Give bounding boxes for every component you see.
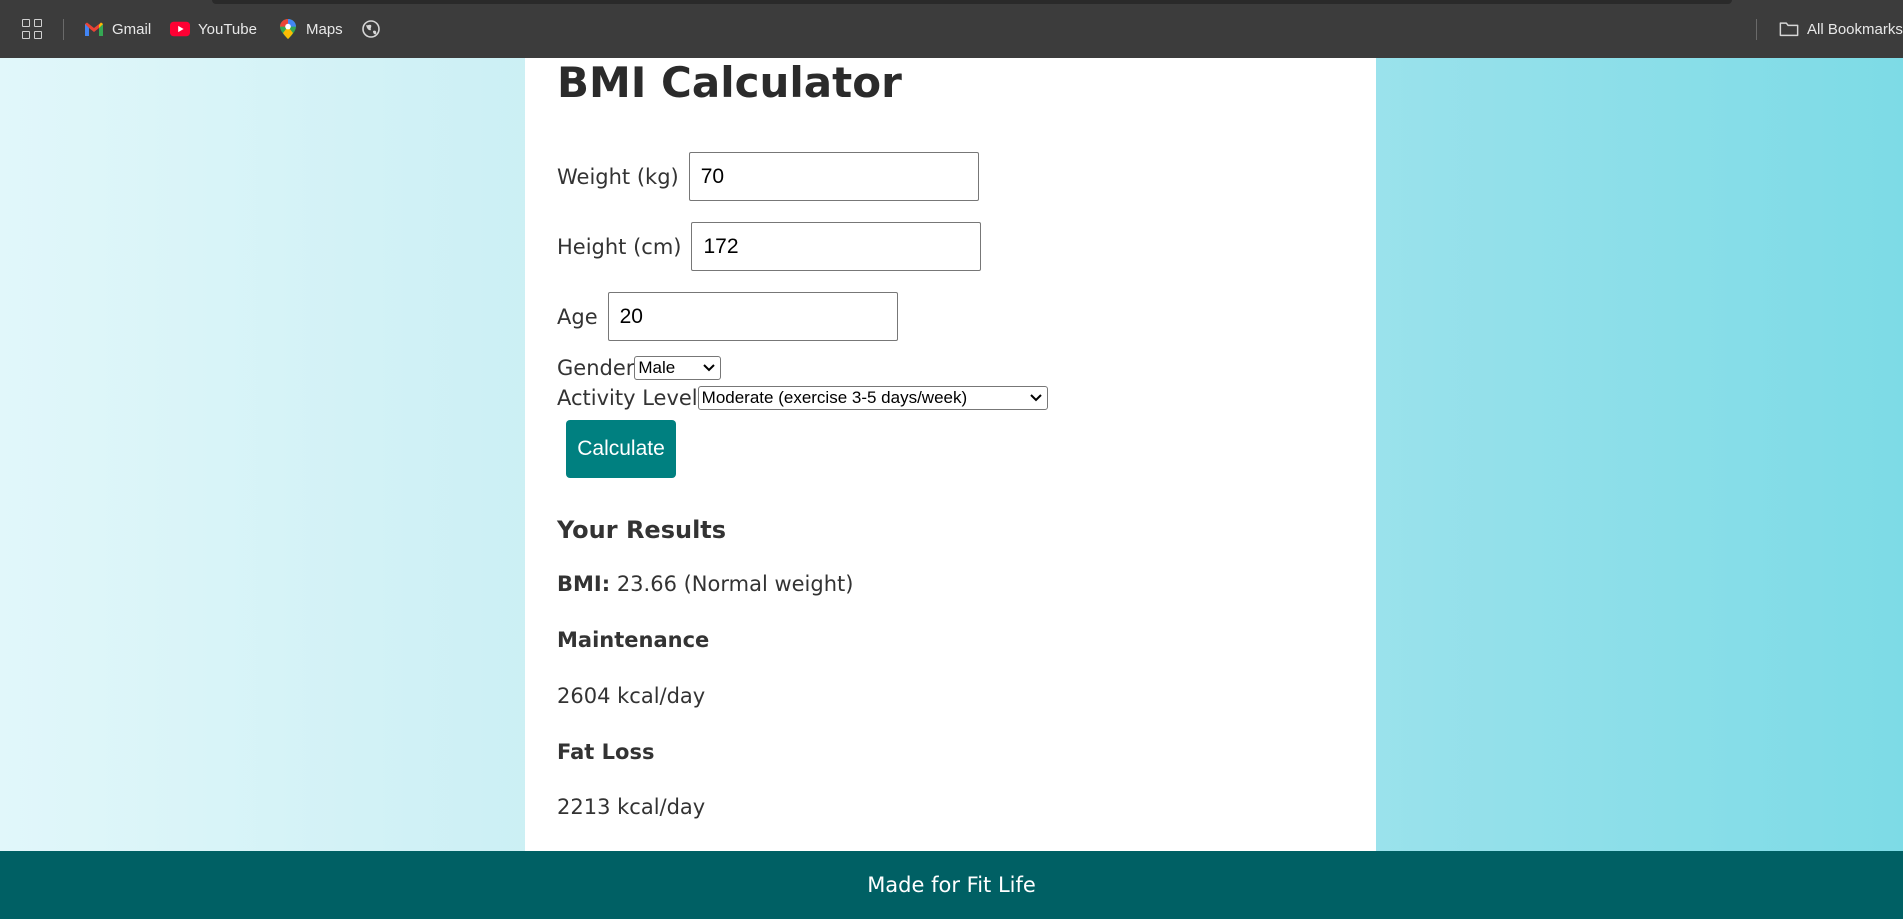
activity-select[interactable]: Moderate (exercise 3-5 days/week) — [697, 386, 1048, 410]
age-label: Age — [557, 304, 598, 329]
activity-row: Activity Level Moderate (exercise 3-5 da… — [557, 386, 1048, 410]
globe-icon — [361, 19, 381, 39]
all-bookmarks-label: All Bookmarks — [1807, 20, 1903, 38]
bmi-result: BMI: 23.66 (Normal weight) — [557, 572, 853, 596]
gender-label: Gender — [557, 356, 635, 380]
age-row: Age — [557, 292, 898, 341]
chevron-down-icon — [1029, 391, 1043, 405]
fat-loss-label: Fat Loss — [557, 740, 655, 764]
bookmark-youtube[interactable]: YouTube — [170, 0, 257, 58]
bookmark-gmail[interactable]: Gmail — [84, 0, 151, 58]
bmi-result-label: BMI: — [557, 572, 611, 596]
height-label: Height (cm) — [557, 234, 682, 259]
maintenance-value: 2604 kcal/day — [557, 684, 706, 708]
apps-button[interactable] — [22, 0, 42, 58]
gender-select-value: Male — [638, 358, 676, 377]
footer-text: Made for Fit Life — [867, 873, 1036, 897]
tabstrip-edge — [212, 0, 1732, 4]
bookmark-label-maps: Maps — [306, 20, 343, 38]
maintenance-label: Maintenance — [557, 628, 710, 652]
folder-icon — [1779, 19, 1799, 39]
height-row: Height (cm) — [557, 222, 982, 271]
calculate-button[interactable]: Calculate — [566, 420, 676, 478]
age-input[interactable] — [607, 292, 898, 341]
gmail-icon — [84, 19, 104, 39]
height-input[interactable] — [691, 222, 982, 271]
results-heading: Your Results — [557, 516, 727, 544]
youtube-icon — [170, 19, 190, 39]
bookmark-label-youtube: YouTube — [198, 20, 257, 38]
bookmarks-separator-right — [1756, 19, 1757, 40]
bmi-result-value: 23.66 (Normal weight) — [616, 572, 854, 596]
footer: Made for Fit Life — [0, 851, 1903, 919]
bookmark-label-gmail: Gmail — [112, 20, 152, 38]
page-title: BMI Calculator — [557, 58, 902, 107]
apps-grid-icon — [22, 19, 42, 39]
calculator-card: BMI Calculator Weight (kg) Height (cm) A… — [525, 58, 1376, 851]
gender-select[interactable]: Male — [634, 356, 722, 380]
bookmarks-bar: Gmail YouTube Maps All Bookmarks — [0, 0, 1903, 58]
bookmark-maps[interactable]: Maps — [278, 0, 343, 58]
bookmark-globe[interactable] — [361, 0, 381, 58]
fat-loss-value: 2213 kcal/day — [557, 795, 706, 819]
weight-label: Weight (kg) — [557, 164, 679, 189]
activity-label: Activity Level — [557, 386, 698, 410]
bookmarks-separator — [63, 19, 64, 40]
weight-input[interactable] — [688, 152, 979, 201]
all-bookmarks-button[interactable]: All Bookmarks — [1779, 0, 1903, 58]
activity-select-value: Moderate (exercise 3-5 days/week) — [701, 388, 968, 407]
gender-row: Gender Male — [557, 356, 722, 380]
maps-icon — [278, 19, 298, 39]
weight-row: Weight (kg) — [557, 152, 979, 201]
chevron-down-icon — [702, 361, 716, 375]
